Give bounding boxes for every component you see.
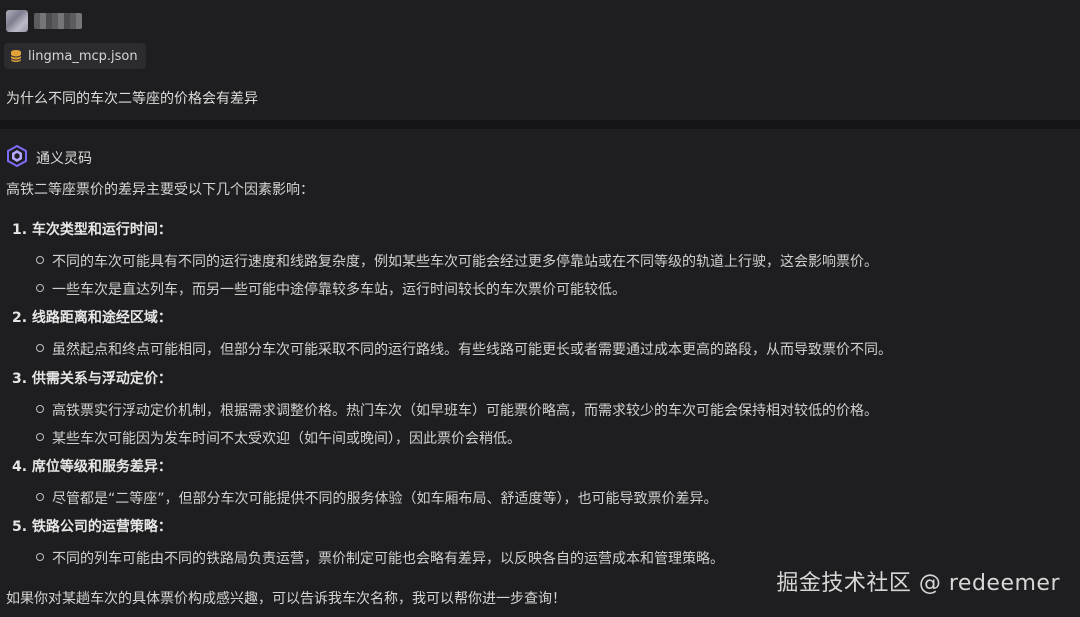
list-item: 尽管都是“二等座”，但部分车次可能提供不同的服务体验（如车厢布局、舒适度等），也… — [36, 488, 718, 508]
bullet-circle-icon — [36, 553, 44, 561]
file-attachment-name: lingma_mcp.json — [28, 48, 138, 64]
user-message: lingma_mcp.json 为什么不同的车次二等座的价格会有差异 — [0, 0, 1080, 120]
bullet-circle-icon — [36, 284, 44, 292]
watermark: 掘金技术社区 @ redeemer — [776, 571, 1060, 596]
user-name-redacted — [34, 13, 82, 29]
assistant-name: 通义灵码 — [36, 151, 92, 167]
tongyi-lingma-logo-icon — [6, 144, 28, 171]
bullet-circle-icon — [36, 344, 44, 352]
list-item: 不同的车次可能具有不同的运行速度和线路复杂度，例如某些车次可能会经过更多停靠站或… — [36, 251, 878, 271]
section-title: 1. 车次类型和运行时间： — [12, 222, 172, 238]
list-item: 不同的列车可能由不同的铁路局负责运营，票价制定可能也会略有差异，以反映各自的运营… — [36, 548, 724, 568]
section-title: 5. 铁路公司的运营策略： — [12, 519, 172, 535]
user-avatar — [6, 10, 28, 32]
section-title: 3. 供需关系与浮动定价： — [12, 371, 172, 387]
user-question: 为什么不同的车次二等座的价格会有差异 — [6, 91, 258, 107]
section-title: 4. 席位等级和服务差异： — [12, 459, 172, 475]
answer-intro: 高铁二等座票价的差异主要受以下几个因素影响： — [6, 182, 314, 198]
database-file-icon — [10, 49, 22, 63]
bullet-circle-icon — [36, 405, 44, 413]
list-item: 一些车次是直达列车，而另一些可能中途停靠较多车站，运行时间较长的车次票价可能较低… — [36, 279, 626, 299]
list-item: 高铁票实行浮动定价机制，根据需求调整价格。热门车次（如早班车）可能票价略高，而需… — [36, 400, 878, 420]
answer-closing: 如果你对某趟车次的具体票价构成感兴趣，可以告诉我车次名称，我可以帮你进一步查询！ — [6, 591, 566, 607]
assistant-header: 通义灵码 — [6, 144, 92, 171]
bullet-circle-icon — [36, 256, 44, 264]
list-item: 虽然起点和终点可能相同，但部分车次可能采取不同的运行路线。有些线路可能更长或者需… — [36, 339, 892, 359]
list-item: 某些车次可能因为发车时间不太受欢迎（如午间或晚间），因此票价会稍低。 — [36, 428, 521, 448]
section-title: 2. 线路距离和途经区域： — [12, 310, 172, 326]
bullet-circle-icon — [36, 433, 44, 441]
assistant-message: 通义灵码 高铁二等座票价的差异主要受以下几个因素影响： 1. 车次类型和运行时间… — [0, 129, 1080, 617]
file-attachment-chip[interactable]: lingma_mcp.json — [4, 43, 146, 69]
message-divider — [0, 120, 1080, 129]
bullet-circle-icon — [36, 493, 44, 501]
